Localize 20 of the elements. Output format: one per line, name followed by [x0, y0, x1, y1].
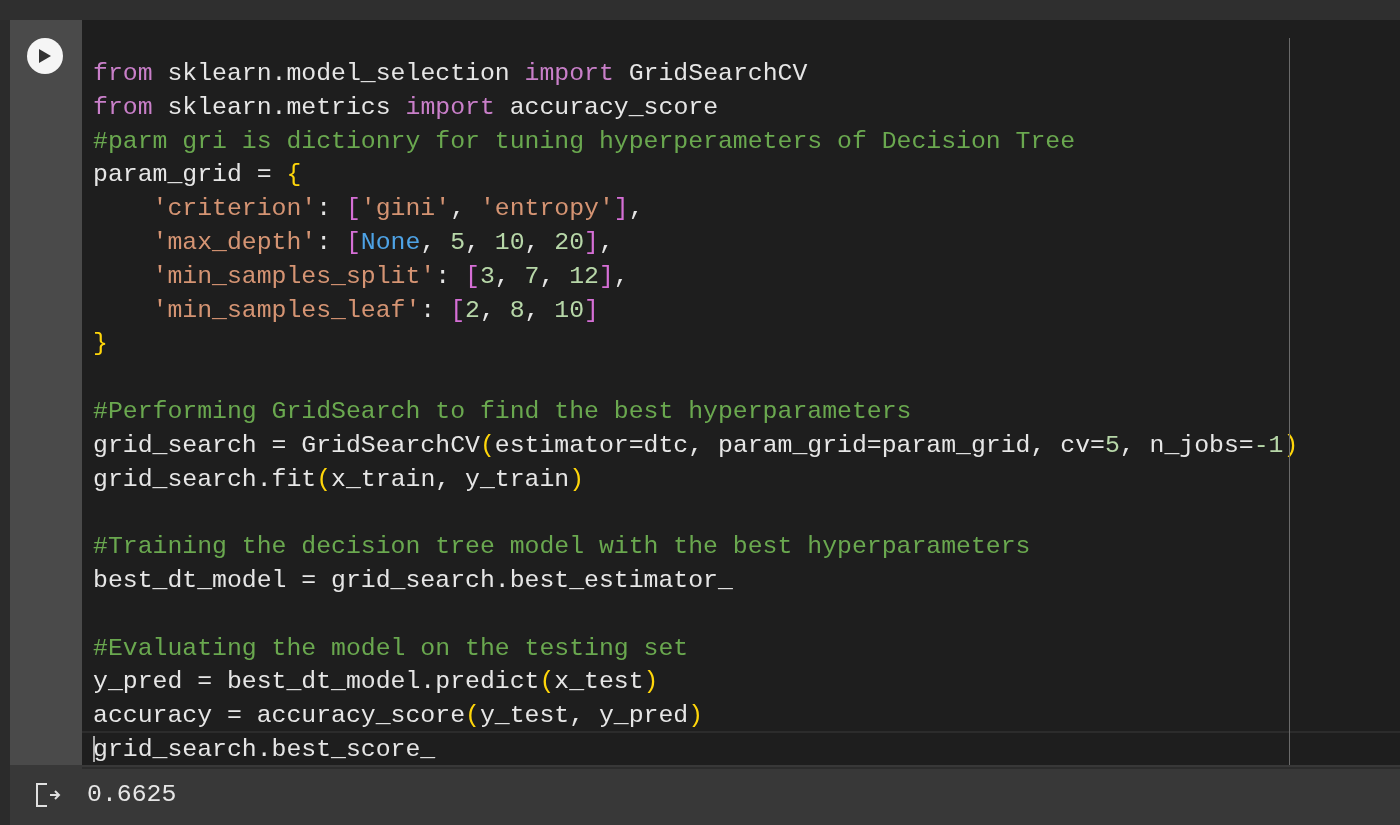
code-line: from sklearn.metrics import accuracy_score — [92, 91, 720, 123]
code-line: accuracy = accuracy_score(y_test, y_pred) — [92, 700, 705, 732]
code-line: } — [92, 328, 109, 360]
code-line: grid_search.fit(x_train, y_train) — [92, 463, 586, 495]
output-icon — [34, 781, 62, 809]
code-line: #Training the decision tree model with the best hyperparameters — [92, 531, 1032, 563]
code-line: #parm gri is dictionry for tuning hyperperameters of Decision Tree — [92, 125, 1077, 157]
code-line: 'max_depth': [None, 5, 10, 20], — [151, 227, 615, 258]
code-line: param_grid = { — [92, 159, 303, 191]
code-line: 'min_samples_leaf': [2, 8, 10] — [151, 294, 600, 326]
code-line: from sklearn.model_selection import GridSearchCV — [92, 58, 809, 89]
output-text: 0.6625 — [87, 779, 177, 811]
code-line: y_pred = best_dt_model.predict(x_test) — [92, 666, 660, 698]
run-button[interactable] — [27, 38, 63, 74]
code-line: #Evaluating the model on the testing set — [92, 632, 690, 664]
code-line: #Performing GridSearch to find the best hyperparameters — [92, 395, 913, 427]
play-icon — [38, 48, 52, 64]
code-line: best_dt_model = grid_search.best_estimator_ — [92, 564, 734, 596]
code-line: 'min_samples_split': [3, 7, 12], — [151, 260, 630, 292]
code-line: 'criterion': ['gini', 'entropy'], — [151, 193, 645, 225]
